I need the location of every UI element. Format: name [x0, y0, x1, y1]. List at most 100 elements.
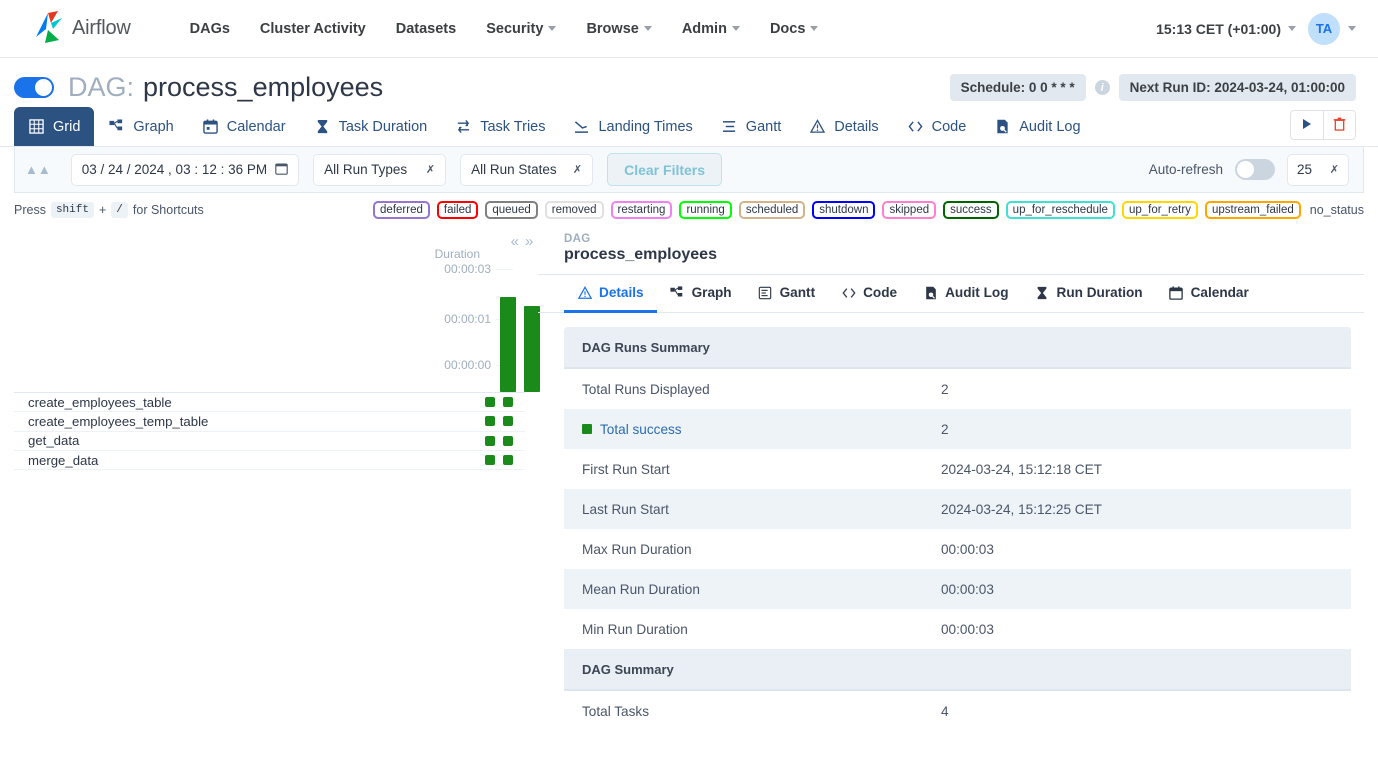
- task-row[interactable]: create_employees_temp_table: [14, 412, 525, 431]
- run-type-select[interactable]: All Run Types ✗: [313, 154, 446, 186]
- legend-chip-scheduled[interactable]: scheduled: [739, 201, 805, 219]
- trigger-dag-button[interactable]: [1290, 110, 1323, 140]
- task-instance-squares: [485, 416, 525, 426]
- nav-link-docs[interactable]: Docs: [755, 13, 833, 45]
- detail-tab-details[interactable]: Details: [564, 275, 657, 313]
- task-instance-square[interactable]: [503, 397, 513, 407]
- nav-label: Datasets: [396, 21, 456, 37]
- delete-dag-button[interactable]: [1323, 110, 1356, 140]
- chevron-down-icon: [644, 26, 652, 31]
- chart-bar[interactable]: [500, 297, 516, 392]
- collapse-filters-icon[interactable]: ▲▲: [25, 163, 57, 176]
- tab-details[interactable]: Details: [795, 107, 892, 146]
- legend-chip-queued[interactable]: queued: [485, 201, 537, 219]
- user-menu[interactable]: TA: [1308, 13, 1356, 45]
- tab-gantt[interactable]: Gantt: [707, 107, 795, 146]
- task-instance-square[interactable]: [503, 436, 513, 446]
- tab-task-duration[interactable]: Task Duration: [300, 107, 442, 146]
- airflow-brand[interactable]: Airflow: [28, 9, 131, 49]
- auto-refresh-toggle[interactable]: [1235, 159, 1275, 180]
- detail-tab-calendar[interactable]: Calendar: [1156, 275, 1262, 313]
- tab-graph[interactable]: Graph: [94, 107, 187, 146]
- run-state-select[interactable]: All Run States ✗: [460, 154, 593, 186]
- task-row[interactable]: merge_data: [14, 451, 525, 470]
- avatar[interactable]: TA: [1308, 13, 1340, 45]
- detail-tab-code[interactable]: Code: [828, 275, 910, 313]
- hourglass-icon: [1035, 285, 1050, 300]
- tab-label: Landing Times: [598, 119, 692, 135]
- details-icon: [809, 118, 826, 135]
- legend-chip-up_for_retry[interactable]: up_for_retry: [1122, 201, 1198, 219]
- table-cell-key: Total Runs Displayed: [564, 382, 941, 397]
- toggle-knob: [1237, 161, 1254, 178]
- details-icon: [577, 285, 592, 300]
- detail-panel-header: DAG process_employees: [538, 227, 1364, 275]
- task-instance-square[interactable]: [485, 397, 495, 407]
- expand-detail-icon[interactable]: »: [525, 233, 533, 250]
- run-date-input[interactable]: 03 / 24 / 2024 , 03 : 12 : 36 PM: [71, 154, 299, 186]
- dag-pause-toggle[interactable]: [14, 77, 54, 98]
- total-success-link[interactable]: Total success: [600, 422, 682, 437]
- legend-chip-deferred[interactable]: deferred: [373, 201, 430, 219]
- legend-chip-failed[interactable]: failed: [437, 201, 479, 219]
- nav-link-browse[interactable]: Browse: [571, 13, 666, 45]
- page-size-select[interactable]: 25 ✗: [1287, 154, 1349, 186]
- nav-link-dags[interactable]: DAGs: [175, 13, 245, 45]
- tab-task-tries[interactable]: Task Tries: [441, 107, 559, 146]
- detail-tab-graph[interactable]: Graph: [657, 275, 745, 313]
- nav-link-datasets[interactable]: Datasets: [381, 13, 471, 45]
- legend-chip-removed[interactable]: removed: [545, 201, 604, 219]
- tab-audit-log[interactable]: Audit Log: [980, 107, 1094, 146]
- task-row[interactable]: create_employees_table: [14, 393, 525, 412]
- table-cell-value: 2: [941, 382, 949, 397]
- timezone-selector[interactable]: 15:13 CET (+01:00): [1156, 21, 1296, 37]
- detail-tab-label: Run Duration: [1057, 285, 1143, 300]
- nav-label: DAGs: [190, 21, 230, 37]
- next-run-badge[interactable]: Next Run ID: 2024-03-24, 01:00:00: [1119, 74, 1356, 101]
- detail-tab-label: Code: [863, 285, 897, 300]
- retry-icon: [455, 118, 472, 135]
- task-instance-square[interactable]: [485, 416, 495, 426]
- table-section-header: DAG Runs Summary: [564, 327, 1351, 367]
- detail-title: process_employees: [564, 246, 1364, 264]
- legend-chip-shutdown[interactable]: shutdown: [812, 201, 875, 219]
- tab-calendar[interactable]: Calendar: [188, 107, 300, 146]
- nav-link-admin[interactable]: Admin: [667, 13, 755, 45]
- tab-landing-times[interactable]: Landing Times: [559, 107, 706, 146]
- detail-tab-label: Calendar: [1191, 285, 1249, 300]
- table-cell-key: DAG Summary: [564, 662, 941, 677]
- legend-chip-skipped[interactable]: skipped: [882, 201, 936, 219]
- task-instance-square[interactable]: [503, 416, 513, 426]
- legend-chip-success[interactable]: success: [943, 201, 999, 219]
- tab-grid[interactable]: Grid: [14, 107, 94, 146]
- nav-link-security[interactable]: Security: [471, 13, 571, 45]
- calendar-icon[interactable]: [275, 162, 288, 178]
- task-instance-square[interactable]: [503, 455, 513, 465]
- tab-code[interactable]: Code: [893, 107, 981, 146]
- gantt-icon: [758, 285, 773, 300]
- date-value: 03 / 24 / 2024 , 03 : 12 : 36 PM: [82, 162, 267, 177]
- table-section-header: DAG Summary: [564, 649, 1351, 689]
- detail-tab-gantt[interactable]: Gantt: [745, 275, 829, 313]
- legend-chip-restarting[interactable]: restarting: [611, 201, 673, 219]
- nav-links: DAGs Cluster Activity Datasets Security …: [175, 13, 834, 45]
- task-row[interactable]: get_data: [14, 432, 525, 451]
- gantt-icon: [721, 118, 738, 135]
- schedule-badge[interactable]: Schedule: 0 0 * * *: [950, 74, 1086, 101]
- table-cell-key: Max Run Duration: [564, 542, 941, 557]
- table-cell-key: Total Tasks: [564, 704, 941, 719]
- legend-chip-upstream_failed[interactable]: upstream_failed: [1205, 201, 1301, 219]
- clear-filters-button[interactable]: Clear Filters: [607, 153, 722, 186]
- legend-chip-running[interactable]: running: [679, 201, 731, 219]
- task-instance-squares: [485, 397, 525, 407]
- nav-label: Docs: [770, 21, 805, 37]
- task-instance-square[interactable]: [485, 436, 495, 446]
- legend-chip-up_for_reschedule[interactable]: up_for_reschedule: [1006, 201, 1115, 219]
- info-icon[interactable]: i: [1095, 80, 1110, 95]
- task-name: create_employees_temp_table: [28, 414, 208, 429]
- table-cell-key: DAG Runs Summary: [564, 340, 941, 355]
- detail-tab-run-duration[interactable]: Run Duration: [1022, 275, 1156, 313]
- nav-link-cluster-activity[interactable]: Cluster Activity: [245, 13, 381, 45]
- detail-tab-audit-log[interactable]: Audit Log: [910, 275, 1021, 313]
- task-instance-square[interactable]: [485, 455, 495, 465]
